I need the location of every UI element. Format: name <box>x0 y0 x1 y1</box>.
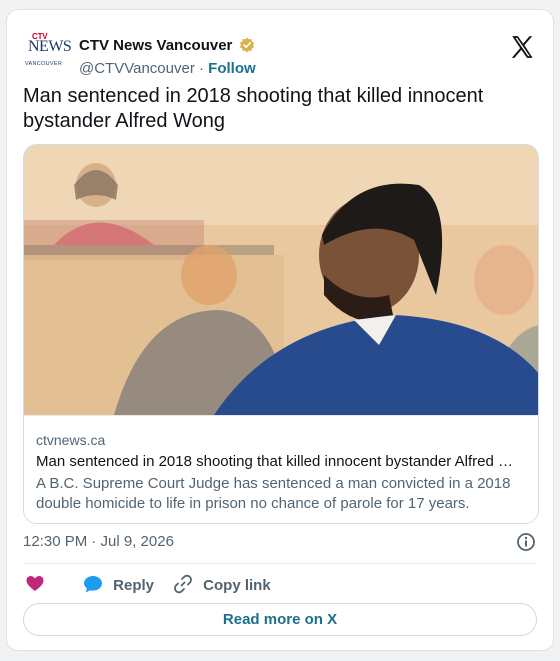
read-more-button[interactable]: Read more on X <box>23 603 537 636</box>
account-name[interactable]: CTV News Vancouver <box>79 37 232 54</box>
tweet-header: CTV NEWS VANCOUVER CTV News Vancouver @C… <box>23 22 539 77</box>
link-title[interactable]: Man sentenced in 2018 shooting that kill… <box>36 453 526 470</box>
account-name-row: CTV News Vancouver <box>79 37 255 54</box>
reply-button[interactable]: Reply <box>83 574 154 594</box>
tweet-card: CTV NEWS VANCOUVER CTV News Vancouver @C… <box>6 9 554 651</box>
handle-row: @CTVVancouver · Follow <box>79 60 256 77</box>
tweet-actions: Reply Copy link <box>23 570 537 600</box>
handle-separator: · <box>199 60 204 77</box>
logo-news-text: NEWS <box>28 38 72 55</box>
link-domain: ctvnews.ca <box>36 432 106 448</box>
reply-bubble-icon <box>84 576 102 593</box>
like-button[interactable] <box>25 574 45 594</box>
account-handle[interactable]: @CTVVancouver <box>79 60 195 77</box>
reply-label: Reply <box>113 577 155 594</box>
tweet-text: Man sentenced in 2018 shooting that kill… <box>23 85 484 132</box>
tweet-timestamp[interactable]: 12:30 PM · Jul 9, 2026 <box>23 533 174 550</box>
link-info: ctvnews.ca Man sentenced in 2018 shootin… <box>24 415 538 523</box>
ctv-news-logo[interactable]: CTV NEWS VANCOUVER <box>23 32 72 70</box>
link-icon <box>174 574 192 594</box>
follow-button[interactable]: Follow <box>208 60 256 77</box>
logo-vancouver-text: VANCOUVER <box>25 61 63 67</box>
copy-link-label: Copy link <box>203 577 271 594</box>
info-icon[interactable] <box>516 532 536 552</box>
link-preview-card[interactable]: ctvnews.ca Man sentenced in 2018 shootin… <box>23 144 539 524</box>
x-logo-icon[interactable] <box>509 34 535 60</box>
courtroom-sketch-image <box>24 145 538 415</box>
link-description: A B.C. Supreme Court Judge has sentenced… <box>36 475 511 512</box>
actions-divider <box>23 563 537 564</box>
heart-icon <box>26 576 44 591</box>
verified-badge-icon <box>239 37 254 53</box>
copy-link-button[interactable]: Copy link <box>173 574 271 594</box>
